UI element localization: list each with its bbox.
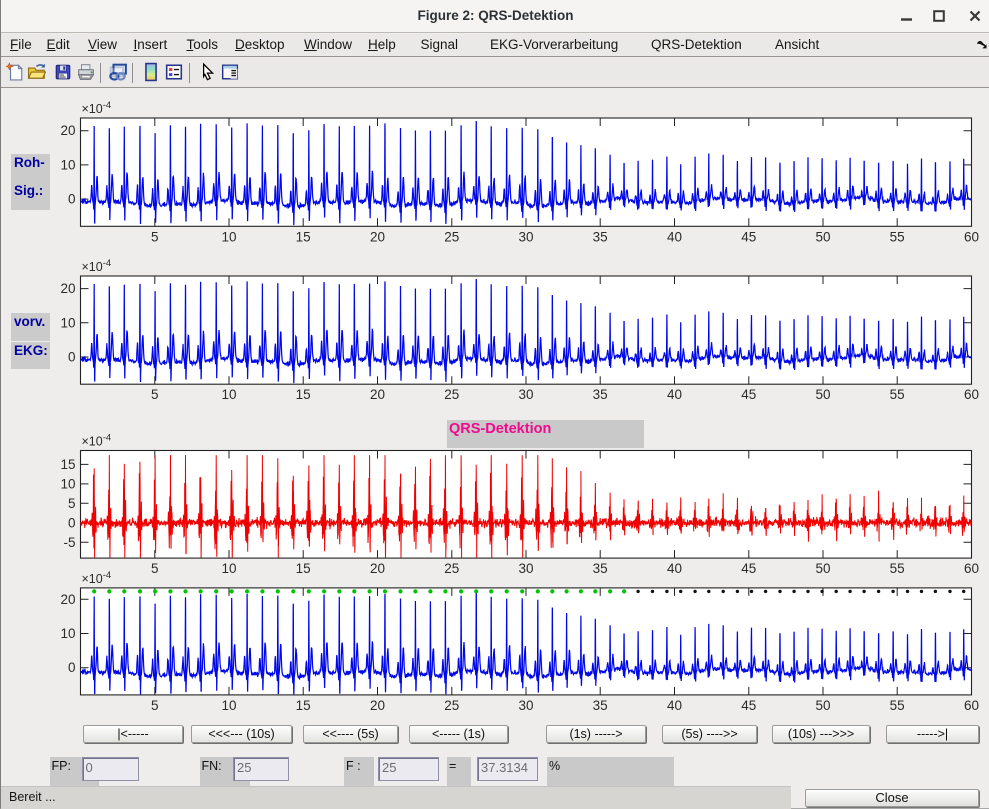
svg-text:15: 15: [296, 561, 311, 576]
svg-text:10: 10: [60, 157, 75, 172]
svg-text:60: 60: [964, 229, 979, 244]
svg-text:45: 45: [741, 698, 756, 713]
svg-text:55: 55: [890, 561, 905, 576]
svg-text:30: 30: [518, 387, 533, 402]
svg-text:10: 10: [60, 476, 75, 491]
svg-text:10: 10: [60, 315, 75, 330]
svg-text:35: 35: [593, 387, 608, 402]
svg-text:40: 40: [667, 387, 682, 402]
svg-text:60: 60: [964, 387, 979, 402]
svg-text:20: 20: [370, 387, 385, 402]
svg-text:5: 5: [151, 698, 159, 713]
svg-text:55: 55: [890, 229, 905, 244]
svg-text:20: 20: [370, 698, 385, 713]
svg-text:0: 0: [68, 660, 76, 675]
svg-text:0: 0: [68, 350, 76, 365]
svg-text:10: 10: [60, 626, 75, 641]
svg-text:20: 20: [60, 123, 75, 138]
svg-text:15: 15: [60, 457, 75, 472]
svg-text:25: 25: [444, 698, 459, 713]
svg-text:20: 20: [370, 229, 385, 244]
svg-text:0: 0: [68, 515, 76, 530]
svg-text:25: 25: [444, 387, 459, 402]
svg-text:5: 5: [68, 496, 76, 511]
svg-text:×10-4: ×10-4: [82, 258, 112, 274]
svg-text:35: 35: [593, 561, 608, 576]
svg-text:20: 20: [60, 592, 75, 607]
svg-text:-5: -5: [63, 535, 75, 550]
svg-text:60: 60: [964, 561, 979, 576]
svg-text:45: 45: [741, 561, 756, 576]
svg-text:30: 30: [518, 698, 533, 713]
svg-text:×10-4: ×10-4: [82, 100, 112, 116]
svg-text:40: 40: [667, 229, 682, 244]
svg-text:45: 45: [741, 387, 756, 402]
svg-text:15: 15: [296, 698, 311, 713]
svg-text:10: 10: [221, 387, 236, 402]
svg-text:25: 25: [444, 229, 459, 244]
svg-text:35: 35: [593, 229, 608, 244]
svg-text:×10-4: ×10-4: [82, 570, 112, 586]
svg-text:50: 50: [815, 561, 830, 576]
svg-text:25: 25: [444, 561, 459, 576]
svg-text:40: 40: [667, 561, 682, 576]
svg-text:50: 50: [815, 229, 830, 244]
svg-text:60: 60: [964, 698, 979, 713]
svg-text:20: 20: [60, 281, 75, 296]
svg-text:55: 55: [890, 698, 905, 713]
svg-text:55: 55: [890, 387, 905, 402]
svg-text:45: 45: [741, 229, 756, 244]
svg-text:30: 30: [518, 229, 533, 244]
svg-text:10: 10: [221, 561, 236, 576]
svg-text:15: 15: [296, 229, 311, 244]
svg-text:20: 20: [370, 561, 385, 576]
svg-text:50: 50: [815, 698, 830, 713]
svg-text:35: 35: [593, 698, 608, 713]
svg-text:5: 5: [151, 561, 159, 576]
svg-text:10: 10: [221, 698, 236, 713]
svg-text:5: 5: [151, 387, 159, 402]
svg-text:30: 30: [518, 561, 533, 576]
svg-text:10: 10: [221, 229, 236, 244]
svg-text:5: 5: [151, 229, 159, 244]
svg-text:15: 15: [296, 387, 311, 402]
svg-text:50: 50: [815, 387, 830, 402]
svg-text:×10-4: ×10-4: [82, 433, 112, 449]
svg-text:40: 40: [667, 698, 682, 713]
svg-text:0: 0: [68, 192, 76, 207]
